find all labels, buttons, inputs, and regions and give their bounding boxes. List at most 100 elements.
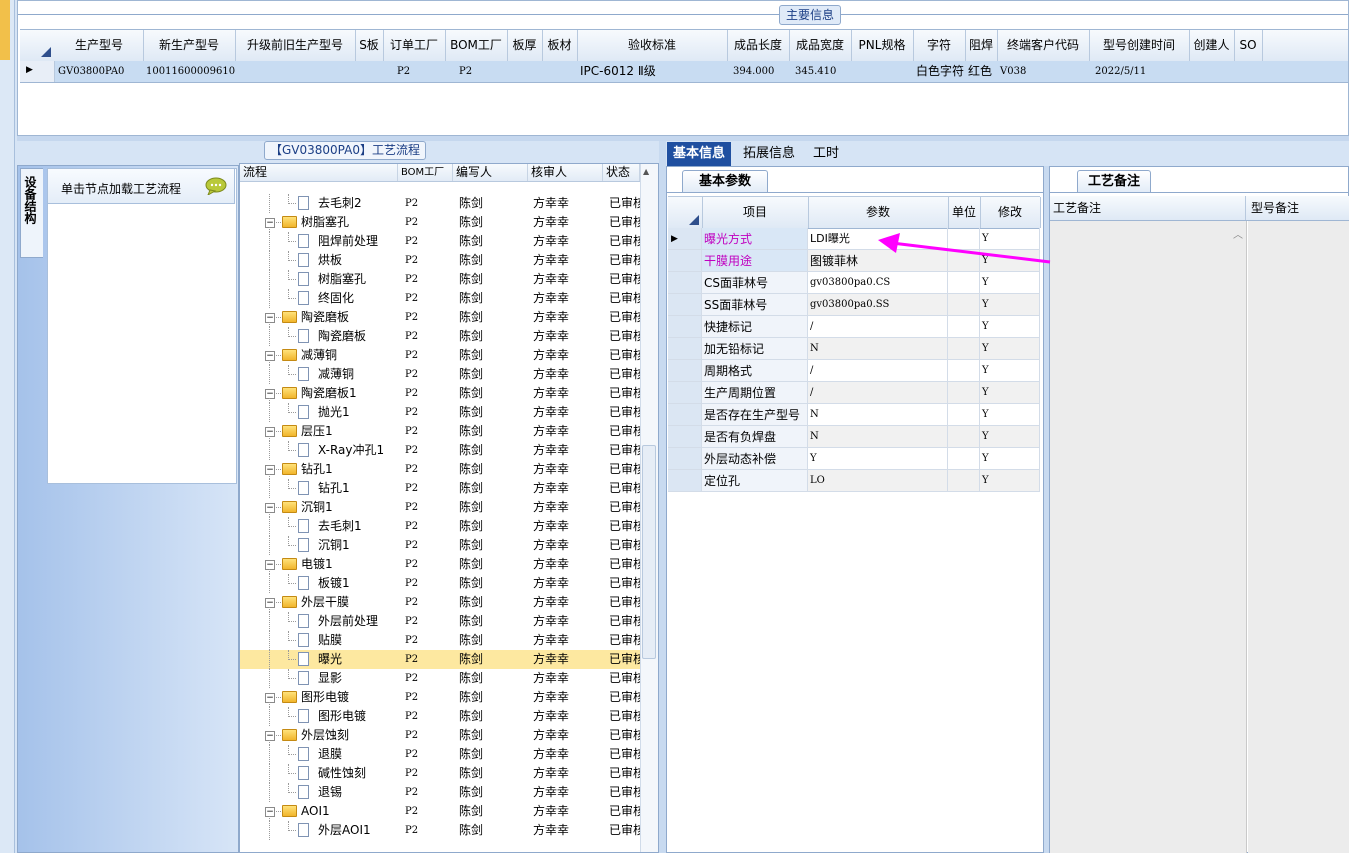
tree-node-label[interactable]: 去毛刺1 — [318, 517, 362, 536]
tree-row[interactable]: 去毛刺1 P2 陈剑 方幸幸 已审核 — [240, 517, 640, 536]
tree-node-label[interactable]: 陶瓷磨板 — [318, 327, 366, 346]
params-row[interactable]: 快捷标记 / Y — [668, 316, 1040, 338]
param-value-field[interactable]: LO — [808, 470, 948, 492]
grid-col-header[interactable]: 创建人 — [1189, 30, 1235, 61]
params-row[interactable]: 周期格式 / Y — [668, 360, 1040, 382]
tree-expander-icon[interactable]: − — [265, 503, 275, 513]
tree-node-label[interactable]: 层压1 — [301, 422, 333, 441]
param-unit-field[interactable] — [948, 338, 980, 360]
tree-row[interactable]: − 树脂塞孔 P2 陈剑 方幸幸 已审核 — [240, 213, 640, 232]
tree-expander-icon[interactable]: − — [265, 731, 275, 741]
tree-node-label[interactable]: 外层前处理 — [318, 612, 378, 631]
grid-cell[interactable]: P2 — [445, 61, 507, 82]
grid-col-header[interactable]: S板 — [355, 30, 384, 61]
tree-col-header[interactable]: 编写人 — [453, 164, 528, 181]
grid-cell[interactable]: P2 — [383, 61, 445, 82]
tree-row[interactable]: − 外层干膜 P2 陈剑 方幸幸 已审核 — [240, 593, 640, 612]
tree-node-label[interactable]: 图形电镀 — [301, 688, 349, 707]
tree-row[interactable]: 沉铜1 P2 陈剑 方幸幸 已审核 — [240, 536, 640, 555]
grid-cell[interactable] — [507, 61, 542, 82]
tree-row[interactable]: 陶瓷磨板 P2 陈剑 方幸幸 已审核 — [240, 327, 640, 346]
tree-expander-icon[interactable]: − — [265, 218, 275, 228]
grid-col-header[interactable]: 板厚 — [507, 30, 543, 61]
grid-col-header[interactable]: 板材 — [542, 30, 578, 61]
tree-node-label[interactable]: 沉铜1 — [318, 536, 350, 555]
param-edit-flag[interactable]: Y — [980, 404, 1040, 426]
speech-bubble-icon[interactable] — [205, 177, 227, 195]
grid-cell[interactable]: 红色 — [965, 61, 997, 82]
tree-row[interactable]: − 减薄铜 P2 陈剑 方幸幸 已审核 — [240, 346, 640, 365]
tree-node-label[interactable]: AOI1 — [301, 802, 330, 821]
tree-expander-icon[interactable]: − — [265, 313, 275, 323]
notes-scroll-up-icon[interactable]: ︿ — [1233, 226, 1243, 241]
tree-row[interactable]: 外层AOI1 P2 陈剑 方幸幸 已审核 — [240, 821, 640, 840]
param-value-field[interactable]: / — [808, 360, 948, 382]
grid-col-header[interactable]: 新生产型号 — [143, 30, 236, 61]
params-col-header[interactable]: 参数 — [808, 197, 949, 228]
tree-node-label[interactable]: 去毛刺2 — [318, 194, 362, 213]
grid-cell[interactable] — [1234, 61, 1262, 82]
params-row[interactable]: SS面菲林号 gv03800pa0.SS Y — [668, 294, 1040, 316]
tree-node-label[interactable]: 退锡 — [318, 783, 342, 802]
grid-col-header[interactable]: BOM工厂 — [445, 30, 508, 61]
tree-node-label[interactable]: 树脂塞孔 — [318, 270, 366, 289]
process-notes-textarea[interactable] — [1050, 221, 1247, 853]
params-row[interactable]: 是否存在生产型号 N Y — [668, 404, 1040, 426]
param-unit-field[interactable] — [948, 360, 980, 382]
param-value-field[interactable]: / — [808, 316, 948, 338]
params-row[interactable]: CS面菲林号 gv03800pa0.CS Y — [668, 272, 1040, 294]
model-notes-textarea[interactable] — [1248, 221, 1349, 853]
tree-row[interactable]: 减薄铜 P2 陈剑 方幸幸 已审核 — [240, 365, 640, 384]
grid-col-header[interactable]: 成品长度 — [727, 30, 790, 61]
tree-row[interactable]: 显影 P2 陈剑 方幸幸 已审核 — [240, 669, 640, 688]
tree-node-label[interactable]: 碱性蚀刻 — [318, 764, 366, 783]
tree-node-label[interactable]: 陶瓷磨板1 — [301, 384, 357, 403]
param-edit-flag[interactable]: Y — [980, 360, 1040, 382]
grid-col-header[interactable]: PNL规格 — [851, 30, 914, 61]
param-unit-field[interactable] — [948, 294, 980, 316]
tree-node-label[interactable]: 曝光 — [318, 650, 342, 669]
tree-expander-icon[interactable]: − — [265, 560, 275, 570]
param-edit-flag[interactable]: Y — [980, 448, 1040, 470]
tree-col-header[interactable]: BOM工厂 — [398, 164, 453, 181]
tree-expander-icon[interactable]: − — [265, 598, 275, 608]
tree-node-label[interactable]: 板镀1 — [318, 574, 350, 593]
tree-expander-icon[interactable]: − — [265, 807, 275, 817]
param-value-field[interactable]: gv03800pa0.CS — [808, 272, 948, 294]
tree-node-label[interactable]: 贴膜 — [318, 631, 342, 650]
tree-row[interactable]: 碱性蚀刻 P2 陈剑 方幸幸 已审核 — [240, 764, 640, 783]
tree-node-label[interactable]: 电镀1 — [301, 555, 333, 574]
param-unit-field[interactable] — [948, 426, 980, 448]
tree-row[interactable]: − 陶瓷磨板 P2 陈剑 方幸幸 已审核 — [240, 308, 640, 327]
grid-cell[interactable] — [1189, 61, 1234, 82]
param-value-field[interactable]: gv03800pa0.SS — [808, 294, 948, 316]
tree-scroll-thumb[interactable] — [642, 445, 656, 659]
grid-cell[interactable] — [542, 61, 577, 82]
tree-node-label[interactable]: 外层蚀刻 — [301, 726, 349, 745]
param-edit-flag[interactable]: Y — [980, 316, 1040, 338]
tree-row[interactable]: 板镀1 P2 陈剑 方幸幸 已审核 — [240, 574, 640, 593]
tab-basic-info[interactable]: 基本信息 — [667, 142, 732, 166]
param-unit-field[interactable] — [948, 470, 980, 492]
param-unit-field[interactable] — [948, 316, 980, 338]
params-row[interactable]: 外层动态补偿 Y Y — [668, 448, 1040, 470]
main-info-row[interactable]: GV03800PA0 10011600009610 P2 P2 IPC-6012 Ⅱ级 3… — [20, 61, 1348, 83]
params-row[interactable]: 是否有负焊盘 N Y — [668, 426, 1040, 448]
grid-cell[interactable]: V038 — [997, 61, 1089, 82]
param-edit-flag[interactable]: Y — [980, 470, 1040, 492]
param-value-field[interactable]: N — [808, 338, 948, 360]
tree-col-header[interactable]: 状态 — [603, 164, 640, 181]
params-col-header[interactable]: 修改 — [980, 197, 1041, 228]
param-edit-flag[interactable]: Y — [980, 338, 1040, 360]
param-value-field[interactable]: / — [808, 382, 948, 404]
tree-row[interactable]: − 钻孔1 P2 陈剑 方幸幸 已审核 — [240, 460, 640, 479]
tree-node-label[interactable]: 显影 — [318, 669, 342, 688]
grid-cell[interactable]: 白色字符 — [913, 61, 965, 82]
tree-expander-icon[interactable]: − — [265, 351, 275, 361]
grid-cell[interactable]: IPC-6012 Ⅱ级 — [577, 61, 727, 82]
grid-col-header[interactable]: 验收标准 — [577, 30, 728, 61]
param-value-field[interactable]: Y — [808, 448, 948, 470]
tree-node-label[interactable]: 退膜 — [318, 745, 342, 764]
tree-row[interactable]: 退锡 P2 陈剑 方幸幸 已审核 — [240, 783, 640, 802]
tree-node-label[interactable]: 阻焊前处理 — [318, 232, 378, 251]
